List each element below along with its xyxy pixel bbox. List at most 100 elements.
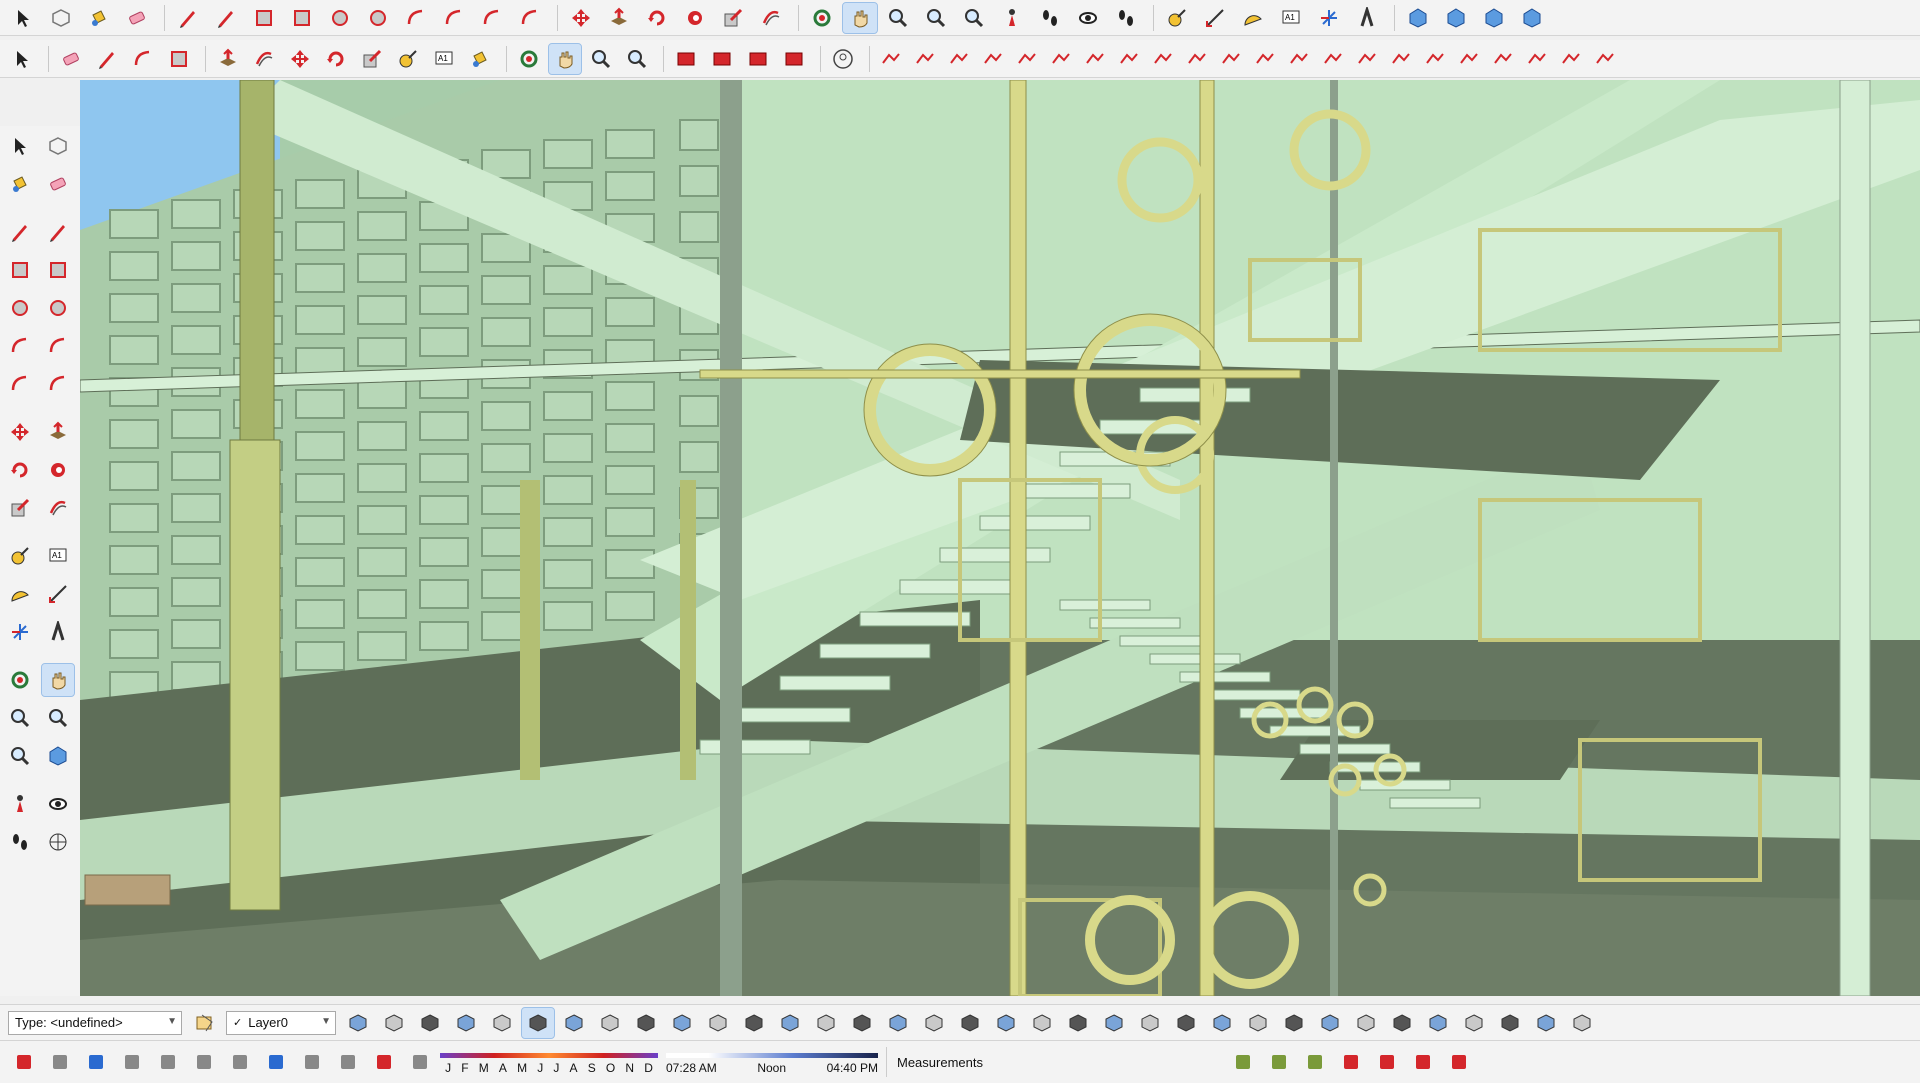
map-icon[interactable] [1263,1047,1295,1077]
paste-icon[interactable] [188,1047,220,1077]
sandbox-icon[interactable] [1170,1008,1202,1038]
two-point-arc-icon[interactable] [437,3,471,33]
sandbox-icon[interactable] [1556,44,1586,74]
text-icon[interactable]: A1 [42,540,74,572]
rectangle-icon[interactable] [4,254,36,286]
3d-warehouse-icon[interactable] [670,44,702,74]
tape-measure-icon[interactable] [4,540,36,572]
rotate-icon[interactable] [320,44,352,74]
scale-icon[interactable] [4,492,36,524]
rectangle-icon[interactable] [163,44,195,74]
sandbox-icon[interactable] [1278,1008,1310,1038]
sandbox-icon[interactable] [1114,44,1144,74]
paint-bucket-icon[interactable] [82,3,116,33]
orbit-icon[interactable] [4,664,36,696]
tape-measure-icon[interactable] [1160,3,1194,33]
look-around-icon[interactable] [1071,3,1105,33]
map-icon[interactable] [1227,1047,1259,1077]
protractor-icon[interactable] [1236,3,1270,33]
xray-icon[interactable] [378,1008,410,1038]
text-icon[interactable]: A1 [428,44,460,74]
building-icon[interactable] [1134,1008,1166,1038]
move-icon[interactable] [564,3,598,33]
layer-manager-icon[interactable] [188,1008,222,1038]
sandbox-icon[interactable] [1318,44,1348,74]
sandbox-icon[interactable] [1012,44,1042,74]
model-viewport[interactable] [80,80,1920,996]
shaded-textures-icon[interactable] [486,1008,518,1038]
sandbox-icon[interactable] [1386,44,1416,74]
back-edges-icon[interactable] [558,1008,590,1038]
follow-me-icon[interactable] [678,3,712,33]
pie-icon[interactable] [42,368,74,400]
zoom-extents-icon[interactable] [621,44,653,74]
arc-icon[interactable] [4,330,36,362]
select-icon[interactable] [6,3,40,33]
position-camera-icon[interactable] [995,3,1029,33]
sandbox-icon[interactable] [1046,44,1076,74]
three-point-arc-icon[interactable] [4,368,36,400]
camera-icon[interactable] [774,1008,806,1038]
section-plane-icon[interactable] [594,1008,626,1038]
sandbox-icon[interactable] [1458,1008,1490,1038]
offset-icon[interactable] [42,492,74,524]
dimension-icon[interactable] [1198,3,1232,33]
protractor-icon[interactable] [4,578,36,610]
sandbox-icon[interactable] [1443,1047,1475,1077]
open-file-icon[interactable] [44,1047,76,1077]
offset-icon[interactable] [248,44,280,74]
component-icon[interactable] [44,3,78,33]
sandbox-icon[interactable] [1080,44,1110,74]
sandbox-icon[interactable] [1454,44,1484,74]
zoom-window-icon[interactable] [919,3,953,33]
three-point-arc-icon[interactable] [475,3,509,33]
sandbox-icon[interactable] [876,44,906,74]
position-camera-icon[interactable] [4,788,36,820]
building-icon[interactable] [954,1008,986,1038]
sandbox-icon[interactable] [1242,1008,1274,1038]
pencil-icon[interactable] [171,3,205,33]
sandbox-icon[interactable] [1488,44,1518,74]
section-plane-icon[interactable] [42,826,74,858]
dimension-icon[interactable] [42,578,74,610]
select-icon[interactable] [6,44,38,74]
sandbox-icon[interactable] [978,44,1008,74]
scale-icon[interactable] [716,3,750,33]
sandbox-icon[interactable] [944,44,974,74]
time-slider[interactable]: 07:28 AM Noon 04:40 PM [666,1047,878,1077]
section-cuts-icon[interactable] [630,1008,662,1038]
wireframe-icon[interactable] [414,1008,446,1038]
measurements-box[interactable]: Measurements [886,1047,1227,1077]
hidden-line-icon[interactable] [450,1008,482,1038]
camera-icon[interactable] [738,1008,770,1038]
eraser-icon[interactable] [42,168,74,200]
polygon-icon[interactable] [361,3,395,33]
new-file-icon[interactable] [8,1047,40,1077]
layout-icon[interactable] [742,44,774,74]
house-icon[interactable] [1098,1008,1130,1038]
freehand-icon[interactable] [209,3,243,33]
section-display-icon[interactable] [666,1008,698,1038]
pencil-icon[interactable] [91,44,123,74]
rotated-rectangle-icon[interactable] [285,3,319,33]
sandbox-icon[interactable] [1250,44,1280,74]
sandbox-icon[interactable] [1335,1047,1367,1077]
sandbox-icon[interactable] [1216,44,1246,74]
copy-icon[interactable] [152,1047,184,1077]
select-icon[interactable] [4,130,36,162]
house-icon[interactable] [1026,1008,1058,1038]
offset-icon[interactable] [754,3,788,33]
sandbox-icon[interactable] [1182,44,1212,74]
top-view-icon[interactable] [1477,3,1511,33]
camera-icon[interactable] [810,1008,842,1038]
sandbox-icon[interactable] [1566,1008,1598,1038]
previous-view-icon[interactable] [42,740,74,772]
sandbox-icon[interactable] [1148,44,1178,74]
pan-icon[interactable] [842,1,878,34]
pencil-icon[interactable] [4,216,36,248]
building-icon[interactable] [1062,1008,1094,1038]
sandbox-icon[interactable] [1352,44,1382,74]
ruby-icon[interactable] [778,44,810,74]
sandbox-icon[interactable] [1350,1008,1382,1038]
circle-icon[interactable] [4,292,36,324]
